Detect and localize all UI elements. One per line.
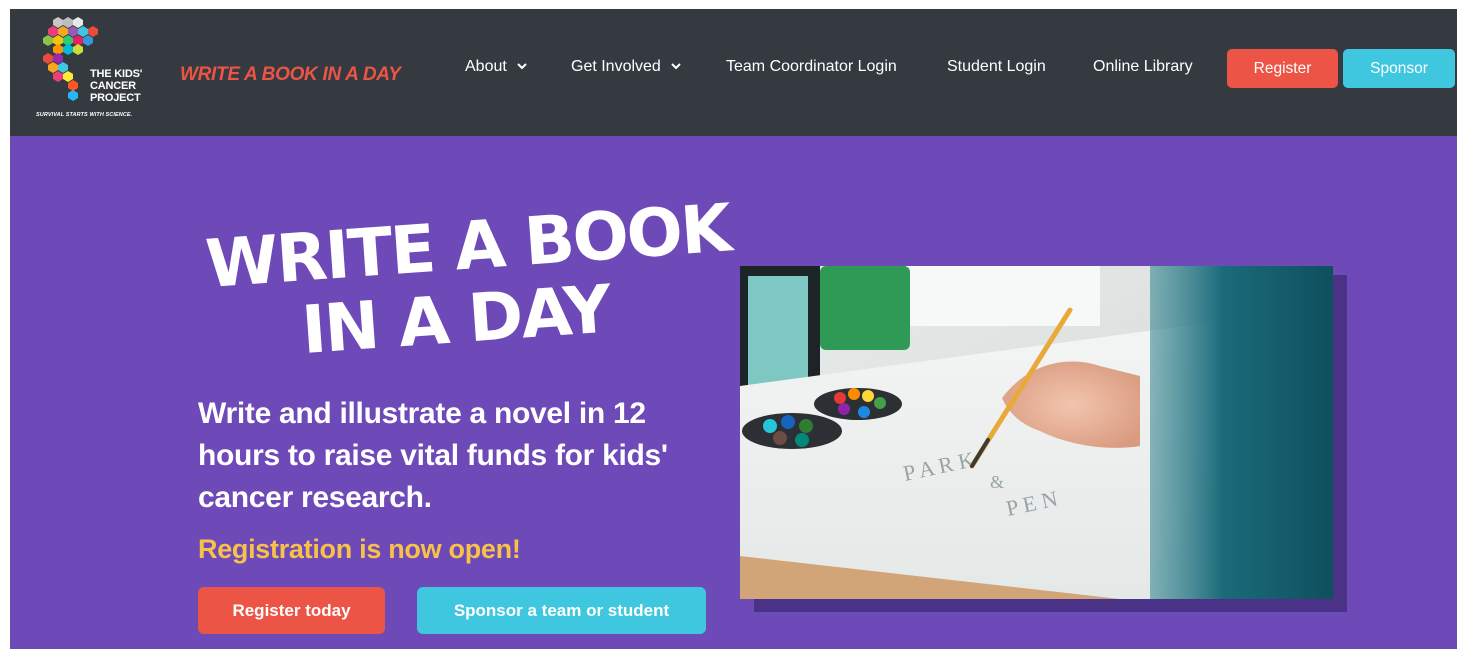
hero-title-line-2: IN A DAY — [299, 270, 613, 369]
registration-status: Registration is now open! — [198, 534, 521, 564]
register-button[interactable]: Register — [1227, 49, 1338, 88]
nav-about-label: About — [465, 58, 507, 75]
nav-team-coordinator-login[interactable]: Team Coordinator Login — [726, 56, 897, 78]
chevron-down-icon — [517, 63, 527, 70]
sponsor-button[interactable]: Sponsor — [1343, 49, 1455, 88]
brand-wordmark[interactable]: WRITE A BOOK IN A DAY — [180, 64, 401, 86]
chevron-down-icon — [671, 63, 681, 70]
logo-tagline: SURVIVAL STARTS WITH SCIENCE. — [36, 112, 133, 118]
hero-description: Write and illustrate a novel in 12 hours… — [198, 397, 668, 514]
nav-get-involved[interactable]: Get Involved — [571, 56, 681, 78]
nav-student-login[interactable]: Student Login — [947, 56, 1046, 78]
nav-online-library[interactable]: Online Library — [1093, 56, 1193, 78]
logo-line-3: PROJECT — [90, 92, 141, 104]
hero-title: WRITE A BOOK IN A DAY — [203, 189, 732, 369]
nav-get-involved-label: Get Involved — [571, 58, 661, 75]
register-today-button[interactable]: Register today — [198, 587, 385, 634]
kids-cancer-project-logo[interactable]: THE KIDS' CANCER PROJECT SURVIVAL STARTS… — [34, 13, 159, 131]
logo-line-1: THE KIDS' — [90, 68, 143, 80]
hero-section: WRITE A BOOK IN A DAY Write and illustra… — [10, 136, 1457, 649]
child-painting-photo: P A R K & P E N — [740, 266, 1333, 599]
page-frame: THE KIDS' CANCER PROJECT SURVIVAL STARTS… — [10, 9, 1457, 649]
logo-wordmark: THE KIDS' CANCER PROJECT — [90, 68, 142, 104]
logo-line-2: CANCER — [90, 80, 136, 92]
sponsor-team-button[interactable]: Sponsor a team or student — [417, 587, 706, 634]
svg-text:&: & — [990, 472, 1004, 492]
nav-about[interactable]: About — [465, 56, 527, 78]
site-header: THE KIDS' CANCER PROJECT SURVIVAL STARTS… — [10, 9, 1457, 136]
painting-scene-image: P A R K & P E N — [740, 266, 1333, 599]
